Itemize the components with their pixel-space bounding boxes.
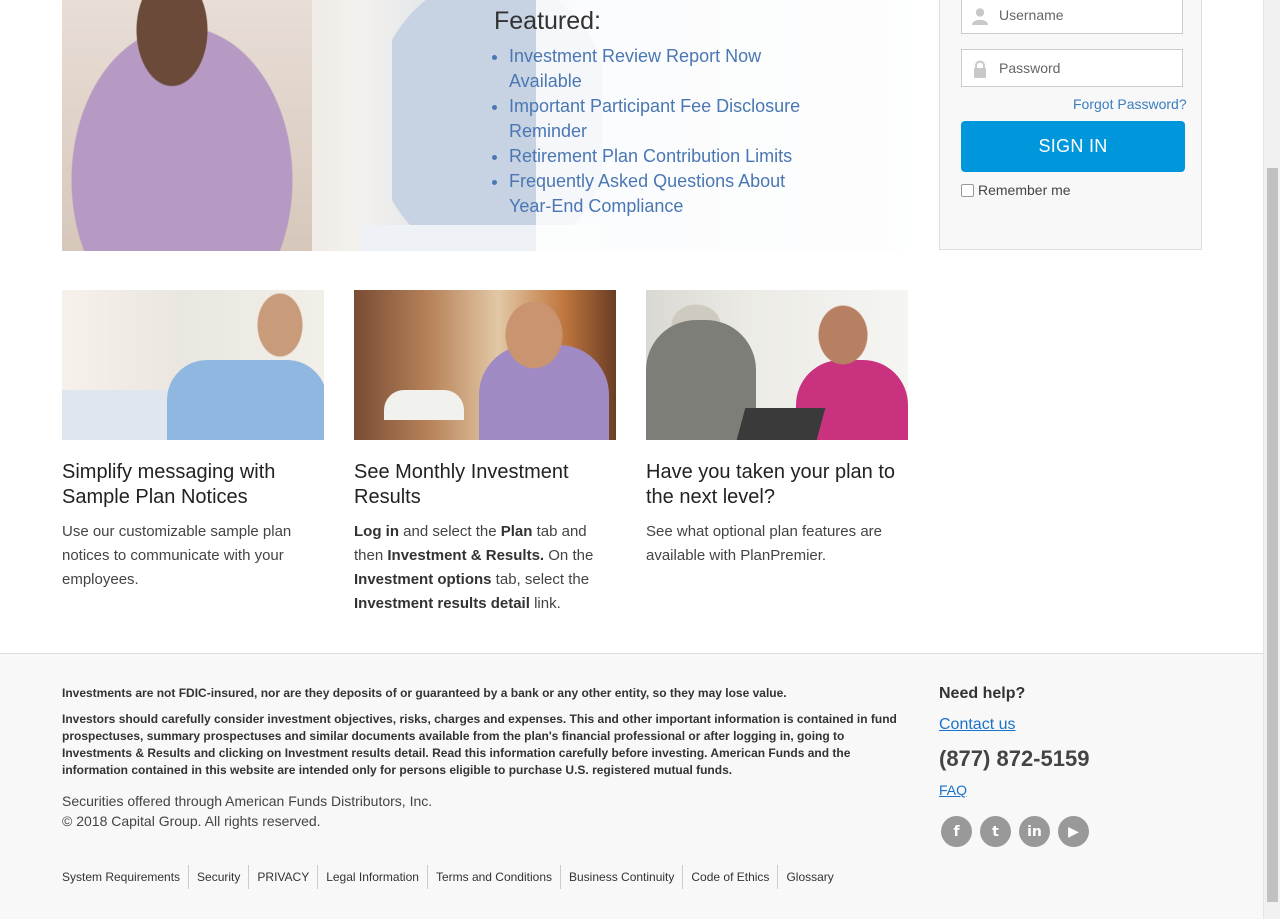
featured-item[interactable]: Frequently Asked Questions About Year-En… [509, 169, 829, 219]
twitter-icon[interactable]: t [980, 816, 1011, 847]
featured-title: Featured: [494, 7, 602, 35]
card-body: Use our customizable sample plan notices… [62, 523, 292, 588]
card-title[interactable]: Simplify messaging with Sample Plan Noti… [62, 460, 325, 510]
card-body: Log in and select the Plan tab and then … [354, 523, 594, 612]
card-investment-results: See Monthly Investment Results Log in an… [354, 290, 617, 616]
copyright: © 2018 Capital Group. All rights reserve… [62, 813, 321, 829]
featured-item[interactable]: Investment Review Report Now Available [509, 44, 829, 94]
password-input[interactable] [999, 50, 1179, 86]
card-title[interactable]: See Monthly Investment Results [354, 460, 617, 510]
footer-link-code-of-ethics[interactable]: Code of Ethics [682, 865, 777, 889]
remember-me-checkbox[interactable] [961, 183, 974, 197]
card-title[interactable]: Have you taken your plan to the next lev… [646, 460, 909, 510]
social-links: f t in ▶ [941, 816, 1089, 847]
username-field[interactable] [961, 0, 1183, 34]
footer-link-privacy[interactable]: PRIVACY [248, 865, 317, 889]
remember-me-label: Remember me [978, 182, 1071, 198]
footer-link-legal[interactable]: Legal Information [317, 865, 427, 889]
featured-item[interactable]: Important Participant Fee Disclosure Rem… [509, 94, 829, 144]
remember-me[interactable]: Remember me [961, 182, 1071, 198]
footer-link-glossary[interactable]: Glossary [777, 865, 841, 889]
sign-in-button[interactable]: SIGN IN [961, 121, 1185, 172]
phone-number: (877) 872-5159 [939, 746, 1090, 771]
footer-links: System Requirements Security PRIVACY Leg… [62, 865, 842, 889]
card-sample-plan-notices: Simplify messaging with Sample Plan Noti… [62, 290, 325, 592]
password-field[interactable] [961, 49, 1183, 87]
user-icon [972, 8, 988, 25]
faq-link[interactable]: FAQ [939, 782, 967, 798]
help-title: Need help? [939, 685, 1026, 702]
footer-link-business-continuity[interactable]: Business Continuity [560, 865, 682, 889]
youtube-icon[interactable]: ▶ [1058, 816, 1089, 847]
card-image-meeting[interactable] [646, 290, 908, 440]
linkedin-icon[interactable]: in [1019, 816, 1050, 847]
featured-item[interactable]: Retirement Plan Contribution Limits [509, 144, 829, 169]
scrollbar-thumb[interactable] [1267, 168, 1278, 902]
facebook-icon[interactable]: f [941, 816, 972, 847]
footer-link-system-requirements[interactable]: System Requirements [62, 865, 188, 889]
disclaimer-fdic: Investments are not FDIC-insured, nor ar… [62, 686, 787, 700]
featured-list: Investment Review Report Now Available I… [509, 44, 829, 219]
card-body: See what optional plan features are avai… [646, 523, 882, 564]
footer-link-security[interactable]: Security [188, 865, 248, 889]
lock-icon [974, 60, 986, 78]
card-image-man-office[interactable] [354, 290, 616, 440]
card-image-man-laptop[interactable] [62, 290, 324, 440]
contact-us-link[interactable]: Contact us [939, 716, 1015, 734]
footer-link-terms[interactable]: Terms and Conditions [426, 865, 560, 889]
securities-notice: Securities offered through American Fund… [62, 793, 433, 809]
disclaimer-investors: Investors should carefully consider inve… [62, 712, 897, 777]
hero-photo-woman [62, 0, 312, 251]
vertical-scrollbar[interactable] [1263, 0, 1280, 919]
card-plan-premier: Have you taken your plan to the next lev… [646, 290, 909, 568]
username-input[interactable] [999, 0, 1179, 33]
forgot-password-link[interactable]: Forgot Password? [1073, 96, 1187, 112]
